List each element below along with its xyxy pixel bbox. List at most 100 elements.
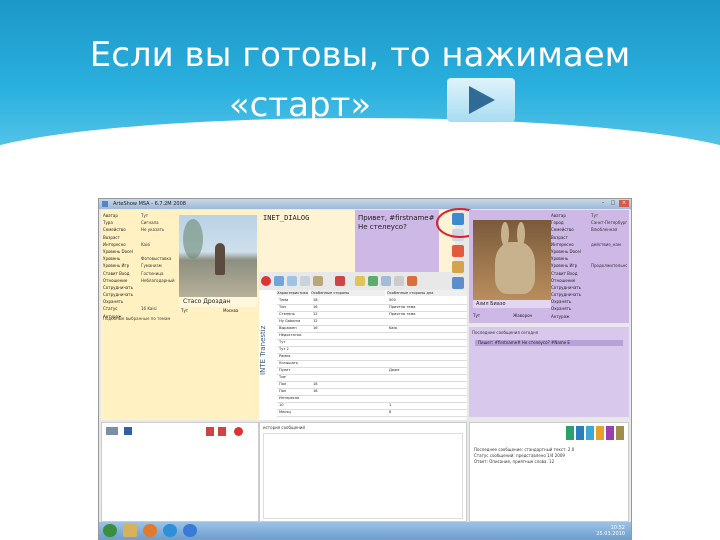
start-play-button[interactable] [447,78,515,122]
grid-cell-key: Интересно [279,396,300,400]
log-line: Ответ: Описание, приятные слова. 12 [474,459,555,464]
grid-header: Характеристика [277,290,309,296]
properties-grid: INTE Tranestiz Характеристика Особенные … [259,290,467,420]
left-profile-row: Тут Москва [103,307,259,314]
app-icon [102,201,108,207]
color-swatch[interactable] [606,426,614,440]
right-prop-list: Аватар Тут Город Санкт-Петербург Семейство… [551,212,627,320]
grid-vertical-label: INTE Tranestiz [259,325,267,375]
slide-title-line1: Если вы готовы, то нажимаем [89,35,631,75]
grid-cell-key: Рамка [279,354,291,358]
attach2-icon[interactable] [218,427,226,436]
grid-cell-b: Приятно тема [389,305,416,309]
grid-cell-key: Недостатки [279,333,302,337]
photo-rabbit [495,242,535,294]
explorer-icon[interactable] [123,524,137,537]
back-icon[interactable] [274,276,284,286]
left-profile-name: Стасо Дроздан [179,297,257,307]
image-tool-icon[interactable] [452,277,464,289]
stop-tool-icon[interactable] [452,245,464,257]
stop-icon[interactable] [261,276,271,286]
copy-icon[interactable] [381,276,391,286]
message-area[interactable]: Привет, #firstname# Не стелеусо? [355,210,439,272]
attach-icon[interactable] [206,427,214,436]
edit-icon[interactable] [313,276,323,286]
grid-header: Особенные стороны [311,290,385,296]
prop-row: Отношение [551,277,576,283]
start-orb-icon[interactable] [103,524,117,537]
chat-area[interactable]: Последние сообщения сегодня Пишет: #firs… [469,327,629,417]
prop-row: Сотрудничать [551,292,581,298]
prop-row: Уровень [551,256,569,262]
app-title: ArtеShow MSA - 6.7.2M 2008 [113,201,186,207]
grid-cell-a: 16 [313,326,318,330]
vk-icon[interactable] [124,427,132,435]
app-icon-taskbar[interactable] [183,524,197,537]
photo-person [215,243,225,275]
browser-icon[interactable] [163,524,177,537]
window-icon[interactable] [287,276,297,286]
taskbar: 10:52 25.03.2010 [99,522,631,539]
color-swatch[interactable] [566,426,574,440]
right-profile-panel: Азил Биазо Аватар Тут Город Санкт-Петербур… [469,210,629,323]
bottom-left-pane [101,422,259,522]
paste-icon[interactable] [394,276,404,286]
minimize-icon[interactable]: – [599,200,607,207]
prop-row: Возраст [551,234,568,240]
clock-date: 25.03.2010 [596,531,625,537]
maximize-icon[interactable]: □ [609,200,617,207]
bottom-right-pane: Последнее сообщение: стандартный текст. … [469,422,629,522]
tools-icon[interactable] [106,427,118,435]
prop-row: Аватар Тут [551,213,599,218]
slide-title-line2: «старт» [228,85,372,125]
folder-tool-icon[interactable] [452,261,464,273]
row-cell: Тут [181,308,189,313]
color-swatch[interactable] [596,426,604,440]
table-row[interactable]: Месяц 6 [277,409,467,417]
color-swatch[interactable] [576,426,584,440]
row-cell: Москва [223,308,239,313]
play-icon [469,86,495,114]
row-cell: Тут [473,313,481,318]
delete-icon[interactable] [335,276,345,286]
slide-title: Если вы готовы, то нажимаем «старт» [0,30,720,130]
history-input[interactable] [263,433,463,519]
grid-cell-a: 16 [313,305,318,309]
close-icon[interactable]: × [619,200,629,207]
prop-row: Уровень ИгрПродолжительность [551,263,627,269]
prop-row: Семейство Влюбленная [551,227,618,233]
grid-cell-b: Приятно тема [389,312,416,316]
grid-cell-a: 18 [313,382,318,386]
grid-cell-key: Ну Gaborna [279,319,301,323]
prop-row: Интересно действие_нам [551,241,621,247]
prop-row: Уровень Docel [551,248,581,254]
dialog-id: INET_DIALOG [263,214,310,222]
grid-cell-key: Степень [279,312,295,316]
grid-cell-a: 18 [313,389,318,393]
color-swatch[interactable] [616,426,624,440]
grid-cell-key: Выражен [279,326,297,330]
prop-row: Ставит Вход [551,270,578,276]
refresh-icon[interactable] [368,276,378,286]
left-hint: Подобные выбранные по темам [103,316,171,321]
left-profile-panel: Аватар Тут Тура Сигнала Семейство Не указат… [101,210,259,420]
message-text: Привет, #firstname# Не стелеусо? [358,214,435,231]
grid-cell-key: Тип [279,305,286,309]
app-window: ArtеShow MSA - 6.7.2M 2008 – □ × Аватар Т… [98,198,632,540]
media-icon[interactable] [143,524,157,537]
grid-cell-b: Kaisi [389,326,398,330]
doc-icon[interactable] [300,276,310,286]
prop-row: Охранять [551,299,572,305]
history-head: история сообщений [263,425,305,430]
star-icon[interactable] [355,276,365,286]
main-toolbar [259,274,449,288]
color-swatch[interactable] [586,426,594,440]
pencil-icon[interactable] [407,276,417,286]
grid-cell-b: 500 [389,298,396,302]
grid-cell-key: Тут [279,340,286,344]
grid-header: Особенные стороны дна [387,290,467,296]
bottom-mid-pane: история сообщений [259,422,467,522]
profile-photo-left [179,215,257,297]
record-icon[interactable] [234,427,243,436]
row-cell: Жаворон [513,313,533,318]
